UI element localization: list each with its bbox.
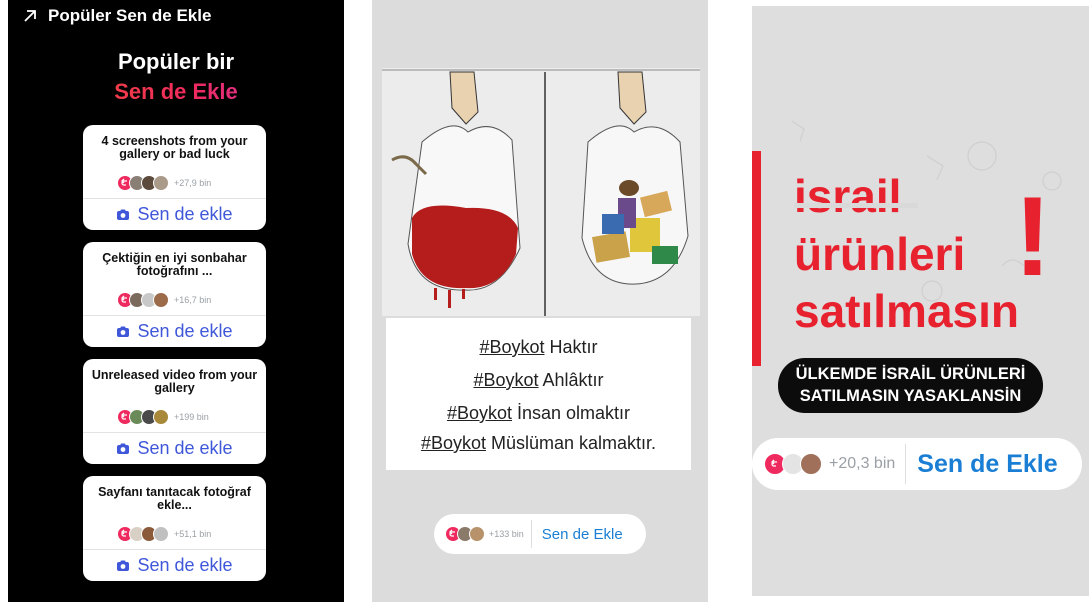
add-yours-label[interactable]: Sen de Ekle: [917, 450, 1057, 479]
popular-add-yours-panel: Popüler Sen de Ekle Popüler bir Sen de E…: [8, 0, 344, 602]
participant-count: +16,7 bin: [174, 294, 212, 305]
add-yours-sticker[interactable]: +20,3 bin Sen de Ekle: [752, 438, 1082, 490]
button-label: Sen de ekle: [137, 321, 233, 341]
add-yours-button[interactable]: Sen de ekle: [83, 316, 266, 347]
participant-count: +27,9 bin: [174, 177, 212, 188]
avatar: [469, 526, 485, 542]
add-yours-card[interactable]: Sayfanı tanıtacak fotoğraf ekle... +51,1…: [83, 476, 266, 581]
hashtag[interactable]: #Boykot: [473, 370, 538, 390]
button-label: Sen de ekle: [137, 438, 233, 458]
add-yours-button[interactable]: Sen de ekle: [83, 199, 266, 230]
headline-line-1: israil: [794, 170, 902, 222]
card-title: Sayfanı tanıtacak fotoğraf ekle...: [98, 485, 251, 512]
strike-through: [794, 203, 918, 208]
heading-line-2: Sen de Ekle: [8, 79, 344, 105]
camera-icon: [117, 443, 130, 454]
headline-line-2: ürünleri: [794, 228, 966, 280]
line-rest: Ahlâktır: [538, 370, 604, 390]
arrow-up-right-icon: [24, 10, 36, 22]
banner: ÜLKEMDE İSRAİL ÜRÜNLERİ SATILMASIN YASAK…: [778, 358, 1043, 413]
divider: [905, 444, 907, 484]
participant-avatars: +199 bin: [117, 408, 209, 425]
avatar: [800, 453, 822, 475]
red-accent-bar: [752, 151, 761, 366]
participant-count: +133 bin: [489, 529, 524, 539]
heading-line-1: Popüler bir: [117, 49, 235, 74]
headline-line-3: satılmasın: [794, 285, 1019, 337]
avatar: [153, 408, 169, 425]
boycott-illustration: [382, 68, 700, 316]
add-yours-card[interactable]: Çektiğin en iyi sonbahar fotoğrafını ...…: [83, 242, 266, 347]
camera-icon: [117, 326, 130, 337]
boycott-story-panel: #Boykot Haktır #Boykot Ahlâktır #Boykot …: [372, 0, 708, 602]
button-label: Sen de ekle: [137, 204, 233, 224]
participant-avatars: [764, 453, 822, 475]
participant-count: +20,3 bin: [829, 455, 896, 472]
line-rest: Haktır: [544, 337, 598, 357]
avatar: [153, 174, 169, 191]
participant-avatars: +27,9 bin: [117, 174, 211, 191]
avatar: [153, 291, 169, 308]
avatar: [153, 525, 169, 542]
add-yours-button[interactable]: Sen de ekle: [83, 550, 266, 581]
card-title: Çektiğin en iyi sonbahar fotoğrafını ...: [102, 251, 247, 278]
banner-line-1: ÜLKEMDE İSRAİL ÜRÜNLERİ: [795, 365, 1026, 383]
hashtag[interactable]: #Boykot: [421, 433, 486, 453]
button-label: Sen de ekle: [137, 555, 233, 575]
add-yours-label[interactable]: Sen de Ekle: [542, 526, 623, 543]
participant-count: +199 bin: [174, 411, 209, 422]
add-yours-sticker[interactable]: +133 bin Sen de Ekle: [434, 514, 646, 554]
participant-avatars: +16,7 bin: [117, 291, 211, 308]
participant-avatars: +51,1 bin: [117, 525, 211, 542]
hashtag[interactable]: #Boykot: [447, 403, 512, 423]
line-rest: İnsan olmaktır: [512, 403, 631, 423]
header-title: Popüler Sen de Ekle: [48, 6, 212, 25]
participant-avatars: [445, 526, 485, 542]
exclamation-mark: !: [1014, 174, 1052, 299]
panel-header[interactable]: Popüler Sen de Ekle: [22, 5, 211, 27]
add-yours-button[interactable]: Sen de ekle: [83, 433, 266, 464]
text-line-1: #Boykot Haktır: [386, 337, 691, 358]
line-rest: Müslüman kalmaktır.: [485, 433, 657, 453]
card-title: Unreleased video from your gallery: [91, 368, 258, 395]
boycott-text-card: #Boykot Haktır #Boykot Ahlâktır #Boykot …: [386, 318, 691, 470]
camera-icon: [117, 209, 130, 220]
add-yours-card[interactable]: 4 screenshots from your gallery or bad l…: [83, 125, 266, 230]
camera-icon: [117, 560, 130, 571]
israel-products-story-panel: israil ürünleri satılmasın ! ÜLKEMDE İSR…: [752, 6, 1089, 596]
banner-line-2: SATILMASIN YASAKLANSİN: [799, 387, 1022, 405]
text-line-2: #Boykot Ahlâktır: [386, 370, 691, 391]
text-line-4: #Boykot Müslüman kalmaktır.: [386, 433, 691, 454]
bags-illustration: [382, 69, 700, 316]
add-yours-card[interactable]: Unreleased video from your gallery +199 …: [83, 359, 266, 464]
text-line-3: #Boykot İnsan olmaktır: [386, 403, 691, 424]
hashtag[interactable]: #Boykot: [479, 337, 544, 357]
divider: [530, 520, 532, 548]
participant-count: +51,1 bin: [174, 528, 212, 539]
card-title: 4 screenshots from your gallery or bad l…: [101, 134, 248, 161]
